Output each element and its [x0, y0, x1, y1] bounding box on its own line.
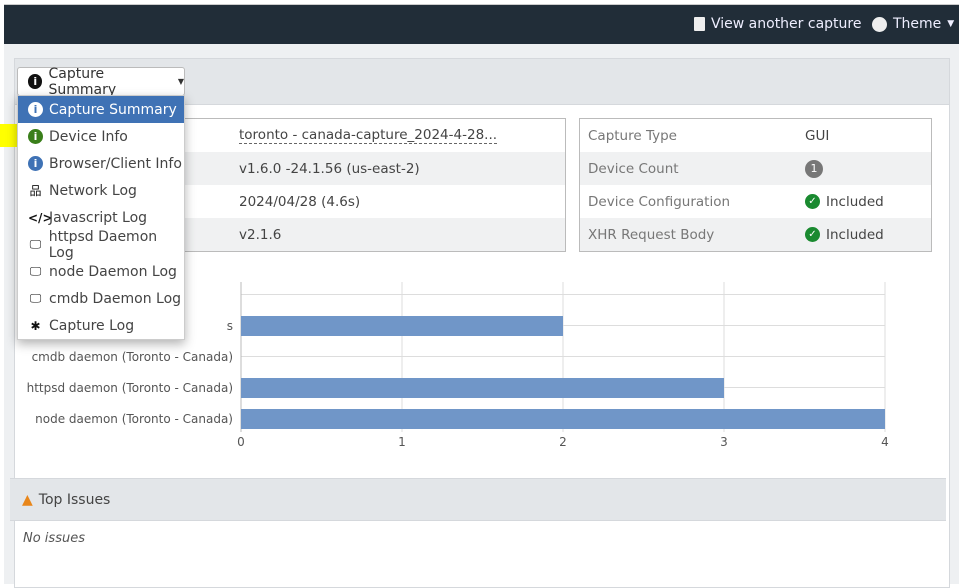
device-count-badge: 1: [805, 159, 823, 178]
row-value: GUI: [805, 127, 830, 144]
desktop-icon: 🖵: [29, 264, 42, 278]
caret-down-icon: ▼: [947, 19, 955, 29]
code-icon: </>: [28, 210, 53, 225]
row-key: Device Configuration: [588, 193, 731, 210]
theme-label: Theme: [893, 16, 942, 32]
no-issues-text: No issues: [23, 531, 85, 546]
menu-item-label: node Daemon Log: [49, 263, 177, 280]
menu-item-capture-summary[interactable]: i Capture Summary: [18, 96, 184, 123]
network-icon: 品: [29, 184, 42, 198]
menu-item-label: Javascript Log: [49, 209, 148, 226]
menu-item-label: cmdb Daemon Log: [49, 290, 182, 307]
row-key: Capture Type: [588, 127, 677, 144]
menu-item-device-info[interactable]: i Device Info: [18, 123, 184, 150]
row-key: XHR Request Body: [588, 226, 715, 243]
warning-icon: ▲: [22, 491, 33, 508]
view-selector-dropdown[interactable]: i Capture Summary ▼: [17, 65, 185, 98]
menu-item-label: Capture Log: [49, 317, 135, 334]
top-issues-header: ▲ Top Issues: [10, 478, 946, 521]
view-selector-menu: i Capture Summary i Device Info i Browser/C…: [17, 95, 185, 340]
palette-icon: [872, 16, 887, 32]
x-tick-label: 2: [559, 435, 567, 449]
table-row: v2.1.6: [181, 218, 565, 251]
x-tick-label: 4: [881, 435, 889, 449]
menu-item-label: Capture Summary: [49, 101, 177, 118]
menu-item-capture-log[interactable]: ✱ Capture Log: [18, 312, 184, 339]
table-row: XHR Request Body ✓ Included: [580, 218, 931, 251]
top-navbar: View another capture Theme ▼: [4, 4, 959, 44]
menu-item-javascript-log[interactable]: </> Javascript Log: [18, 204, 184, 231]
table-row: 2024/04/28 (4.6s): [181, 185, 565, 218]
info-icon: i: [28, 156, 43, 171]
y-tick-label: cmdb daemon (Toronto - Canada): [31, 350, 233, 364]
bug-icon: ✱: [30, 318, 41, 333]
y-tick-label: s: [226, 319, 233, 333]
capture-details-table: toronto - canada-capture_2024-4-28... v1…: [180, 118, 566, 252]
date-value: 2024/04/28 (4.6s): [239, 193, 361, 210]
menu-item-browser-client-info[interactable]: i Browser/Client Info: [18, 150, 184, 177]
table-row: Device Configuration ✓ Included: [580, 185, 931, 218]
table-row: v1.6.0 -24.1.56 (us-east-2): [181, 152, 565, 185]
caret-down-icon: ▼: [177, 77, 184, 86]
view-another-label: View another capture: [711, 16, 862, 32]
row-value: Included: [826, 193, 884, 210]
menu-item-httpsd-daemon-log[interactable]: 🖵 httpsd Daemon Log: [18, 228, 184, 261]
table-row: Capture Type GUI: [580, 119, 931, 152]
row-value: Included: [826, 226, 884, 243]
menu-item-label: Browser/Client Info: [49, 155, 182, 172]
menu-item-network-log[interactable]: 品 Network Log: [18, 177, 184, 204]
check-circle-icon: ✓: [805, 194, 820, 209]
info-icon: i: [28, 74, 43, 89]
x-tick-label: 3: [720, 435, 728, 449]
table-row: toronto - canada-capture_2024-4-28...: [181, 119, 565, 152]
selected-view-label: Capture Summary: [48, 65, 117, 98]
desktop-icon: 🖵: [29, 237, 42, 251]
file-video-icon: [694, 17, 705, 31]
menu-item-label: httpsd Daemon Log: [48, 228, 158, 261]
version-value: v1.6.0 -24.1.56 (us-east-2): [239, 160, 420, 177]
info-icon: i: [28, 129, 43, 144]
table-row: Device Count 1: [580, 152, 931, 185]
menu-item-node-daemon-log[interactable]: 🖵 node Daemon Log: [18, 258, 184, 285]
x-tick-label: 0: [237, 435, 245, 449]
top-issues-title: Top Issues: [38, 491, 111, 508]
menu-item-label: Device Info: [49, 128, 128, 145]
x-tick-label: 1: [398, 435, 406, 449]
menu-item-label: Network Log: [49, 182, 137, 199]
view-another-capture-link[interactable]: View another capture: [694, 16, 861, 32]
agent-version-value: v2.1.6: [239, 226, 282, 243]
row-key: Device Count: [588, 160, 679, 177]
y-tick-label: node daemon (Toronto - Canada): [35, 412, 233, 426]
y-tick-label: httpsd daemon (Toronto - Canada): [26, 381, 233, 395]
capture-meta-table: Capture Type GUI Device Count 1 Device Con…: [579, 118, 932, 252]
menu-item-cmdb-daemon-log[interactable]: 🖵 cmdb Daemon Log: [18, 285, 184, 312]
capture-name-link[interactable]: toronto - canada-capture_2024-4-28...: [239, 127, 498, 144]
theme-dropdown[interactable]: Theme ▼: [872, 16, 954, 32]
check-circle-icon: ✓: [805, 227, 820, 242]
info-icon: i: [28, 102, 43, 117]
desktop-icon: 🖵: [29, 291, 42, 305]
